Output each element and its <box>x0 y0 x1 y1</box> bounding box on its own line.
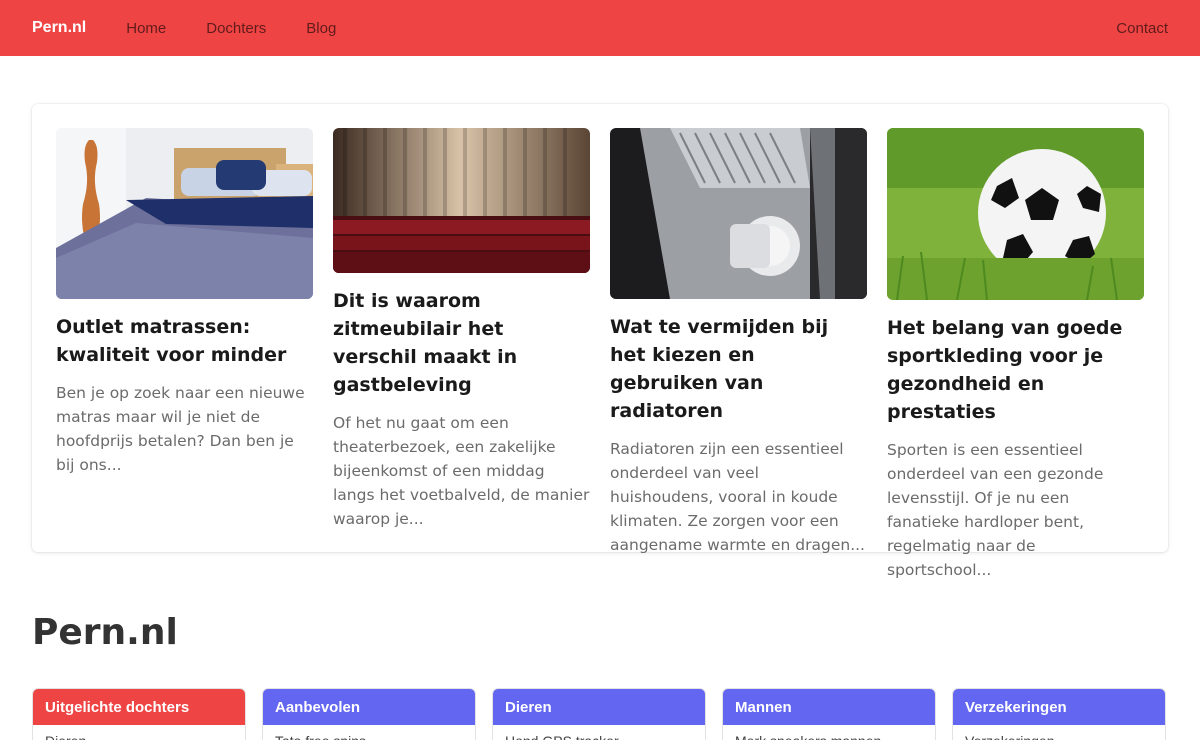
category-header: Verzekeringen <box>953 689 1165 725</box>
category-link[interactable]: Tata free spins <box>263 725 475 740</box>
category-header: Mannen <box>723 689 935 725</box>
category-box: Uitgelichte dochters Dieren <box>32 688 246 740</box>
article-title[interactable]: Wat te vermijden bij het kiezen en gebru… <box>610 313 867 425</box>
article-excerpt: Ben je op zoek naar een nieuwe matras ma… <box>56 384 305 474</box>
category-link[interactable]: Hond GPS tracker <box>493 725 705 740</box>
article-image-soccer[interactable] <box>887 128 1144 300</box>
category-box: Mannen Merk sneakers mannen <box>722 688 936 740</box>
article-title[interactable]: Dit is waarom zitmeubilair het verschil … <box>333 287 590 399</box>
theater-seats-photo <box>333 128 590 273</box>
category-header: Uitgelichte dochters <box>33 689 245 725</box>
site-heading: Pern.nl <box>32 612 178 653</box>
top-navbar: Pern.nl Home Dochters Blog Contact <box>0 0 1200 56</box>
category-link[interactable]: Verzekeringen <box>953 725 1165 740</box>
article-title[interactable]: Outlet matrassen: kwaliteit voor minder <box>56 313 313 369</box>
article-excerpt: Radiatoren zijn een essentieel onderdeel… <box>610 440 865 554</box>
article-card[interactable]: Dit is waarom zitmeubilair het verschil … <box>333 128 590 582</box>
category-box: Verzekeringen Verzekeringen <box>952 688 1166 740</box>
nav-link-contact[interactable]: Contact <box>1116 20 1168 37</box>
article-image-radiator[interactable] <box>610 128 867 299</box>
category-header: Aanbevolen <box>263 689 475 725</box>
article-image-bedroom[interactable] <box>56 128 313 299</box>
nav-link-dochters[interactable]: Dochters <box>206 20 266 37</box>
bedroom-photo <box>56 128 313 299</box>
radiator-photo <box>610 128 867 299</box>
article-excerpt: Sporten is een essentieel onderdeel van … <box>887 441 1104 579</box>
category-box: Aanbevolen Tata free spins <box>262 688 476 740</box>
nav-link-home[interactable]: Home <box>126 20 166 37</box>
category-link[interactable]: Merk sneakers mannen <box>723 725 935 740</box>
article-grid: Outlet matrassen: kwaliteit voor minder … <box>56 128 1144 582</box>
article-card[interactable]: Wat te vermijden bij het kiezen en gebru… <box>610 128 867 582</box>
nav-link-blog[interactable]: Blog <box>306 20 336 37</box>
category-boxes: Uitgelichte dochters Dieren Aanbevolen T… <box>32 688 1166 740</box>
brand-link[interactable]: Pern.nl <box>32 19 86 37</box>
category-box: Dieren Hond GPS tracker <box>492 688 706 740</box>
soccer-ball-photo <box>887 128 1144 300</box>
category-link[interactable]: Dieren <box>33 725 245 740</box>
article-card[interactable]: Outlet matrassen: kwaliteit voor minder … <box>56 128 313 582</box>
article-title[interactable]: Het belang van goede sportkleding voor j… <box>887 314 1144 426</box>
featured-articles-card: Outlet matrassen: kwaliteit voor minder … <box>32 104 1168 579</box>
article-card[interactable]: Het belang van goede sportkleding voor j… <box>887 128 1144 582</box>
category-header: Dieren <box>493 689 705 725</box>
article-excerpt: Of het nu gaat om een theaterbezoek, een… <box>333 414 590 528</box>
article-image-theater[interactable] <box>333 128 590 273</box>
